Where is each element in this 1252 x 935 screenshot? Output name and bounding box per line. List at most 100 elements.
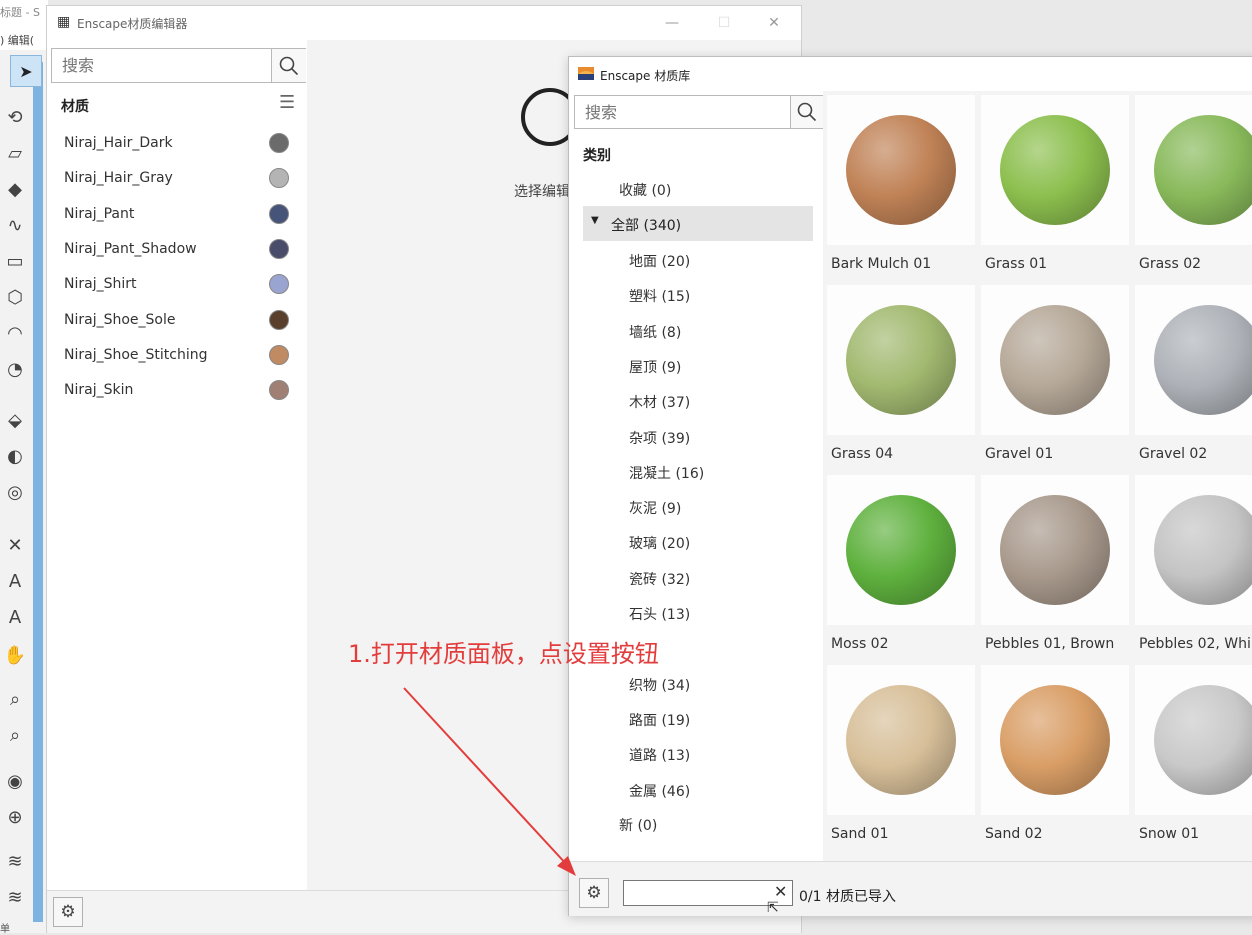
menu-hamburger-icon[interactable]: ☰ (279, 92, 295, 113)
material-name: Niraj_Shoe_Stitching (64, 346, 208, 363)
material-swatch (269, 238, 289, 259)
pan-icon[interactable]: ✋ (0, 640, 30, 670)
category-item[interactable]: 织物 (34) (629, 675, 690, 695)
material-row[interactable]: Niraj_Shirt (47, 267, 307, 302)
material-preview (981, 95, 1129, 245)
material-tile[interactable]: Moss 02 (827, 475, 975, 657)
material-name: Niraj_Hair_Dark (64, 135, 173, 151)
material-tile-label: Gravel 01 (985, 446, 1054, 462)
offset-icon[interactable]: ◎ (0, 477, 30, 507)
material-swatch (269, 309, 289, 330)
material-row[interactable]: Niraj_Pant (47, 197, 307, 232)
editor-titlebar[interactable]: ▦ Enscape材质编辑器 — ☐ ✕ (47, 6, 801, 40)
material-row[interactable]: Niraj_Shoe_Sole (47, 303, 307, 338)
freehand-icon[interactable]: ∿ (0, 210, 30, 240)
material-library-window: Enscape 材质库 类别 收藏 (0) ▼ 全部 (340) 地面 (20)… (568, 56, 1252, 916)
material-tile-label: Pebbles 01, Brown (985, 636, 1115, 652)
material-row[interactable]: Niraj_Hair_Dark (47, 126, 307, 161)
category-item[interactable]: 路面 (19) (629, 710, 690, 730)
material-sphere (846, 115, 956, 225)
library-search (574, 95, 823, 129)
material-tile[interactable]: Pebbles 01, Brown (981, 475, 1129, 657)
look-around-icon[interactable]: ◉ (0, 766, 30, 796)
category-new[interactable]: 新 (0) (619, 815, 657, 835)
material-tile[interactable]: Grass 02 (1135, 95, 1252, 277)
paint-bucket-icon[interactable]: ◆ (0, 174, 30, 204)
library-title: Enscape 材质库 (600, 69, 691, 83)
rectangle-icon[interactable]: ▭ (0, 246, 30, 276)
material-sphere (1000, 115, 1110, 225)
material-row[interactable]: Niraj_Shoe_Stitching (47, 338, 307, 373)
search-icon[interactable] (271, 49, 306, 82)
push-pull-icon[interactable]: ⬙ (0, 405, 30, 435)
material-sphere (1000, 685, 1110, 795)
material-row[interactable]: Niraj_Skin (47, 373, 307, 408)
3d-text-icon[interactable]: A (0, 602, 30, 632)
category-item[interactable]: 瓷砖 (32) (629, 569, 690, 589)
arc-icon[interactable]: ◠ (0, 318, 30, 348)
library-titlebar[interactable]: Enscape 材质库 (569, 57, 1252, 91)
dimension-icon[interactable]: ✕ (0, 530, 30, 560)
import-status: 0/1 材质已导入 (799, 889, 896, 905)
material-tile[interactable]: Bark Mulch 01 (827, 95, 975, 277)
material-tile[interactable]: Grass 01 (981, 95, 1129, 277)
material-row[interactable]: Niraj_Pant_Shadow (47, 232, 307, 267)
category-item[interactable]: 地面 (20) (629, 251, 690, 271)
minimize-button[interactable]: — (657, 12, 687, 34)
sandbox-icon[interactable]: ≋ (0, 846, 30, 876)
category-item[interactable]: 杂项 (39) (629, 428, 690, 448)
material-tile[interactable]: Pebbles 02, Whi (1135, 475, 1252, 657)
material-tile[interactable]: Gravel 02 (1135, 285, 1252, 467)
material-sphere (846, 305, 956, 415)
material-preview (981, 285, 1129, 435)
categories-header: 类别 (583, 148, 611, 164)
expand-triangle-icon[interactable]: ▼ (591, 215, 599, 226)
select-arrow-icon[interactable]: ➤ (10, 55, 42, 87)
polygon-icon[interactable]: ⬡ (0, 282, 30, 312)
close-button[interactable]: ✕ (759, 12, 789, 34)
material-preview (827, 475, 975, 625)
clear-icon[interactable]: ✕ (774, 882, 787, 901)
eraser-icon[interactable]: ▱ (0, 138, 30, 168)
category-all[interactable]: ▼ 全部 (340) (583, 206, 813, 241)
zoom-window-icon[interactable]: ⌕ (0, 720, 30, 750)
search-icon[interactable] (790, 96, 823, 128)
position-camera-icon[interactable]: ⊕ (0, 802, 30, 832)
category-item[interactable]: 玻璃 (20) (629, 533, 690, 553)
follow-me-icon[interactable]: ◐ (0, 441, 30, 471)
category-item[interactable]: 塑料 (15) (629, 286, 690, 306)
category-item[interactable]: 木材 (37) (629, 392, 690, 412)
text-tool-icon[interactable]: A (0, 566, 30, 596)
library-search-input[interactable] (583, 102, 777, 123)
material-tile-label: Bark Mulch 01 (831, 256, 932, 272)
maximize-button[interactable]: ☐ (709, 12, 739, 34)
material-swatch (269, 274, 289, 295)
library-settings-gear-icon[interactable]: ⚙ (579, 878, 609, 908)
material-swatch (269, 344, 289, 365)
material-tile[interactable]: Sand 01 (827, 665, 975, 847)
material-tile[interactable]: Sand 02 (981, 665, 1129, 847)
category-item[interactable]: 金属 (46) (629, 781, 690, 801)
material-tile[interactable]: Gravel 01 (981, 285, 1129, 467)
select-edit-hint: 选择编辑 (514, 184, 570, 200)
category-item[interactable]: 墙纸 (8) (629, 322, 681, 342)
zoom-icon[interactable]: ⌕ (0, 684, 30, 714)
category-item[interactable]: 石头 (13) (629, 604, 690, 624)
category-item[interactable]: 混凝土 (16) (629, 463, 704, 483)
material-search-input[interactable] (60, 55, 264, 76)
material-swatch (269, 133, 289, 153)
category-favorites[interactable]: 收藏 (0) (619, 180, 671, 200)
category-item[interactable]: 灰泥 (9) (629, 498, 681, 518)
category-all-label: 全部 (340) (611, 218, 682, 234)
host-menu-bar[interactable]: ) 编辑( (0, 28, 48, 50)
sandbox-settings-icon[interactable]: ≋ (0, 882, 30, 912)
material-tile[interactable]: Snow 01 (1135, 665, 1252, 847)
material-sphere (1000, 305, 1110, 415)
material-row[interactable]: Niraj_Hair_Gray (47, 161, 307, 196)
category-item[interactable]: 道路 (13) (629, 745, 690, 765)
orbit-icon[interactable]: ⟲ (0, 102, 30, 132)
material-tile[interactable]: Grass 04 (827, 285, 975, 467)
category-item[interactable]: 屋顶 (9) (629, 357, 681, 377)
editor-settings-gear-icon[interactable]: ⚙ (53, 897, 83, 927)
pie-icon[interactable]: ◔ (0, 354, 30, 384)
